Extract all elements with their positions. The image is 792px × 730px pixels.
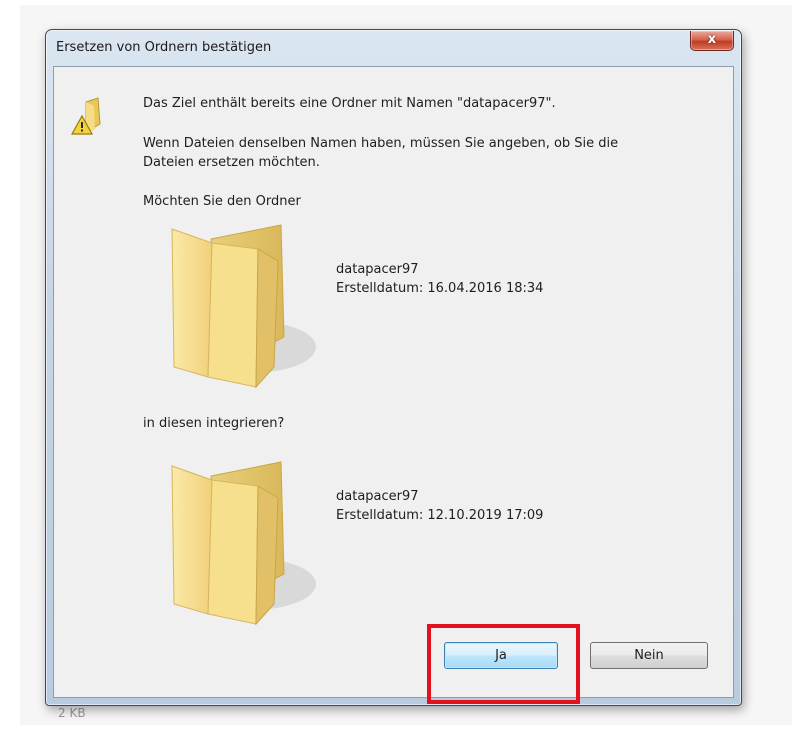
dialog-title: Ersetzen von Ordnern bestätigen (56, 40, 272, 55)
target-folder-name: datapacer97 (336, 489, 419, 504)
close-button[interactable]: x (690, 31, 734, 51)
highlight-frame (427, 624, 580, 704)
target-folder-date: Erstelldatum: 12.10.2019 17:09 (336, 508, 544, 523)
confirm-folder-replace-dialog: Ersetzen von Ordnern bestätigen x Das Zi… (45, 29, 742, 706)
merge-question: in diesen integrieren? (143, 416, 285, 431)
warning-folder-icon (68, 96, 104, 136)
dialog-content: Das Ziel enthält bereits eine Ordner mit… (53, 66, 734, 698)
source-folder-date: Erstelldatum: 16.04.2016 18:34 (336, 281, 544, 296)
folder-icon (166, 217, 316, 397)
close-icon: x (707, 32, 717, 47)
source-folder-name: datapacer97 (336, 262, 419, 277)
file-size-text: 2 KB (58, 706, 86, 720)
message-same-names: Wenn Dateien denselben Namen haben, müss… (143, 136, 619, 151)
title-bar[interactable]: Ersetzen von Ordnern bestätigen x (46, 30, 741, 65)
message-exists: Das Ziel enthält bereits eine Ordner mit… (143, 96, 556, 111)
folder-icon (166, 454, 316, 634)
message-replace: Dateien ersetzen möchten. (143, 155, 320, 170)
no-button[interactable]: Nein (590, 642, 708, 669)
message-question: Möchten Sie den Ordner (143, 194, 301, 209)
